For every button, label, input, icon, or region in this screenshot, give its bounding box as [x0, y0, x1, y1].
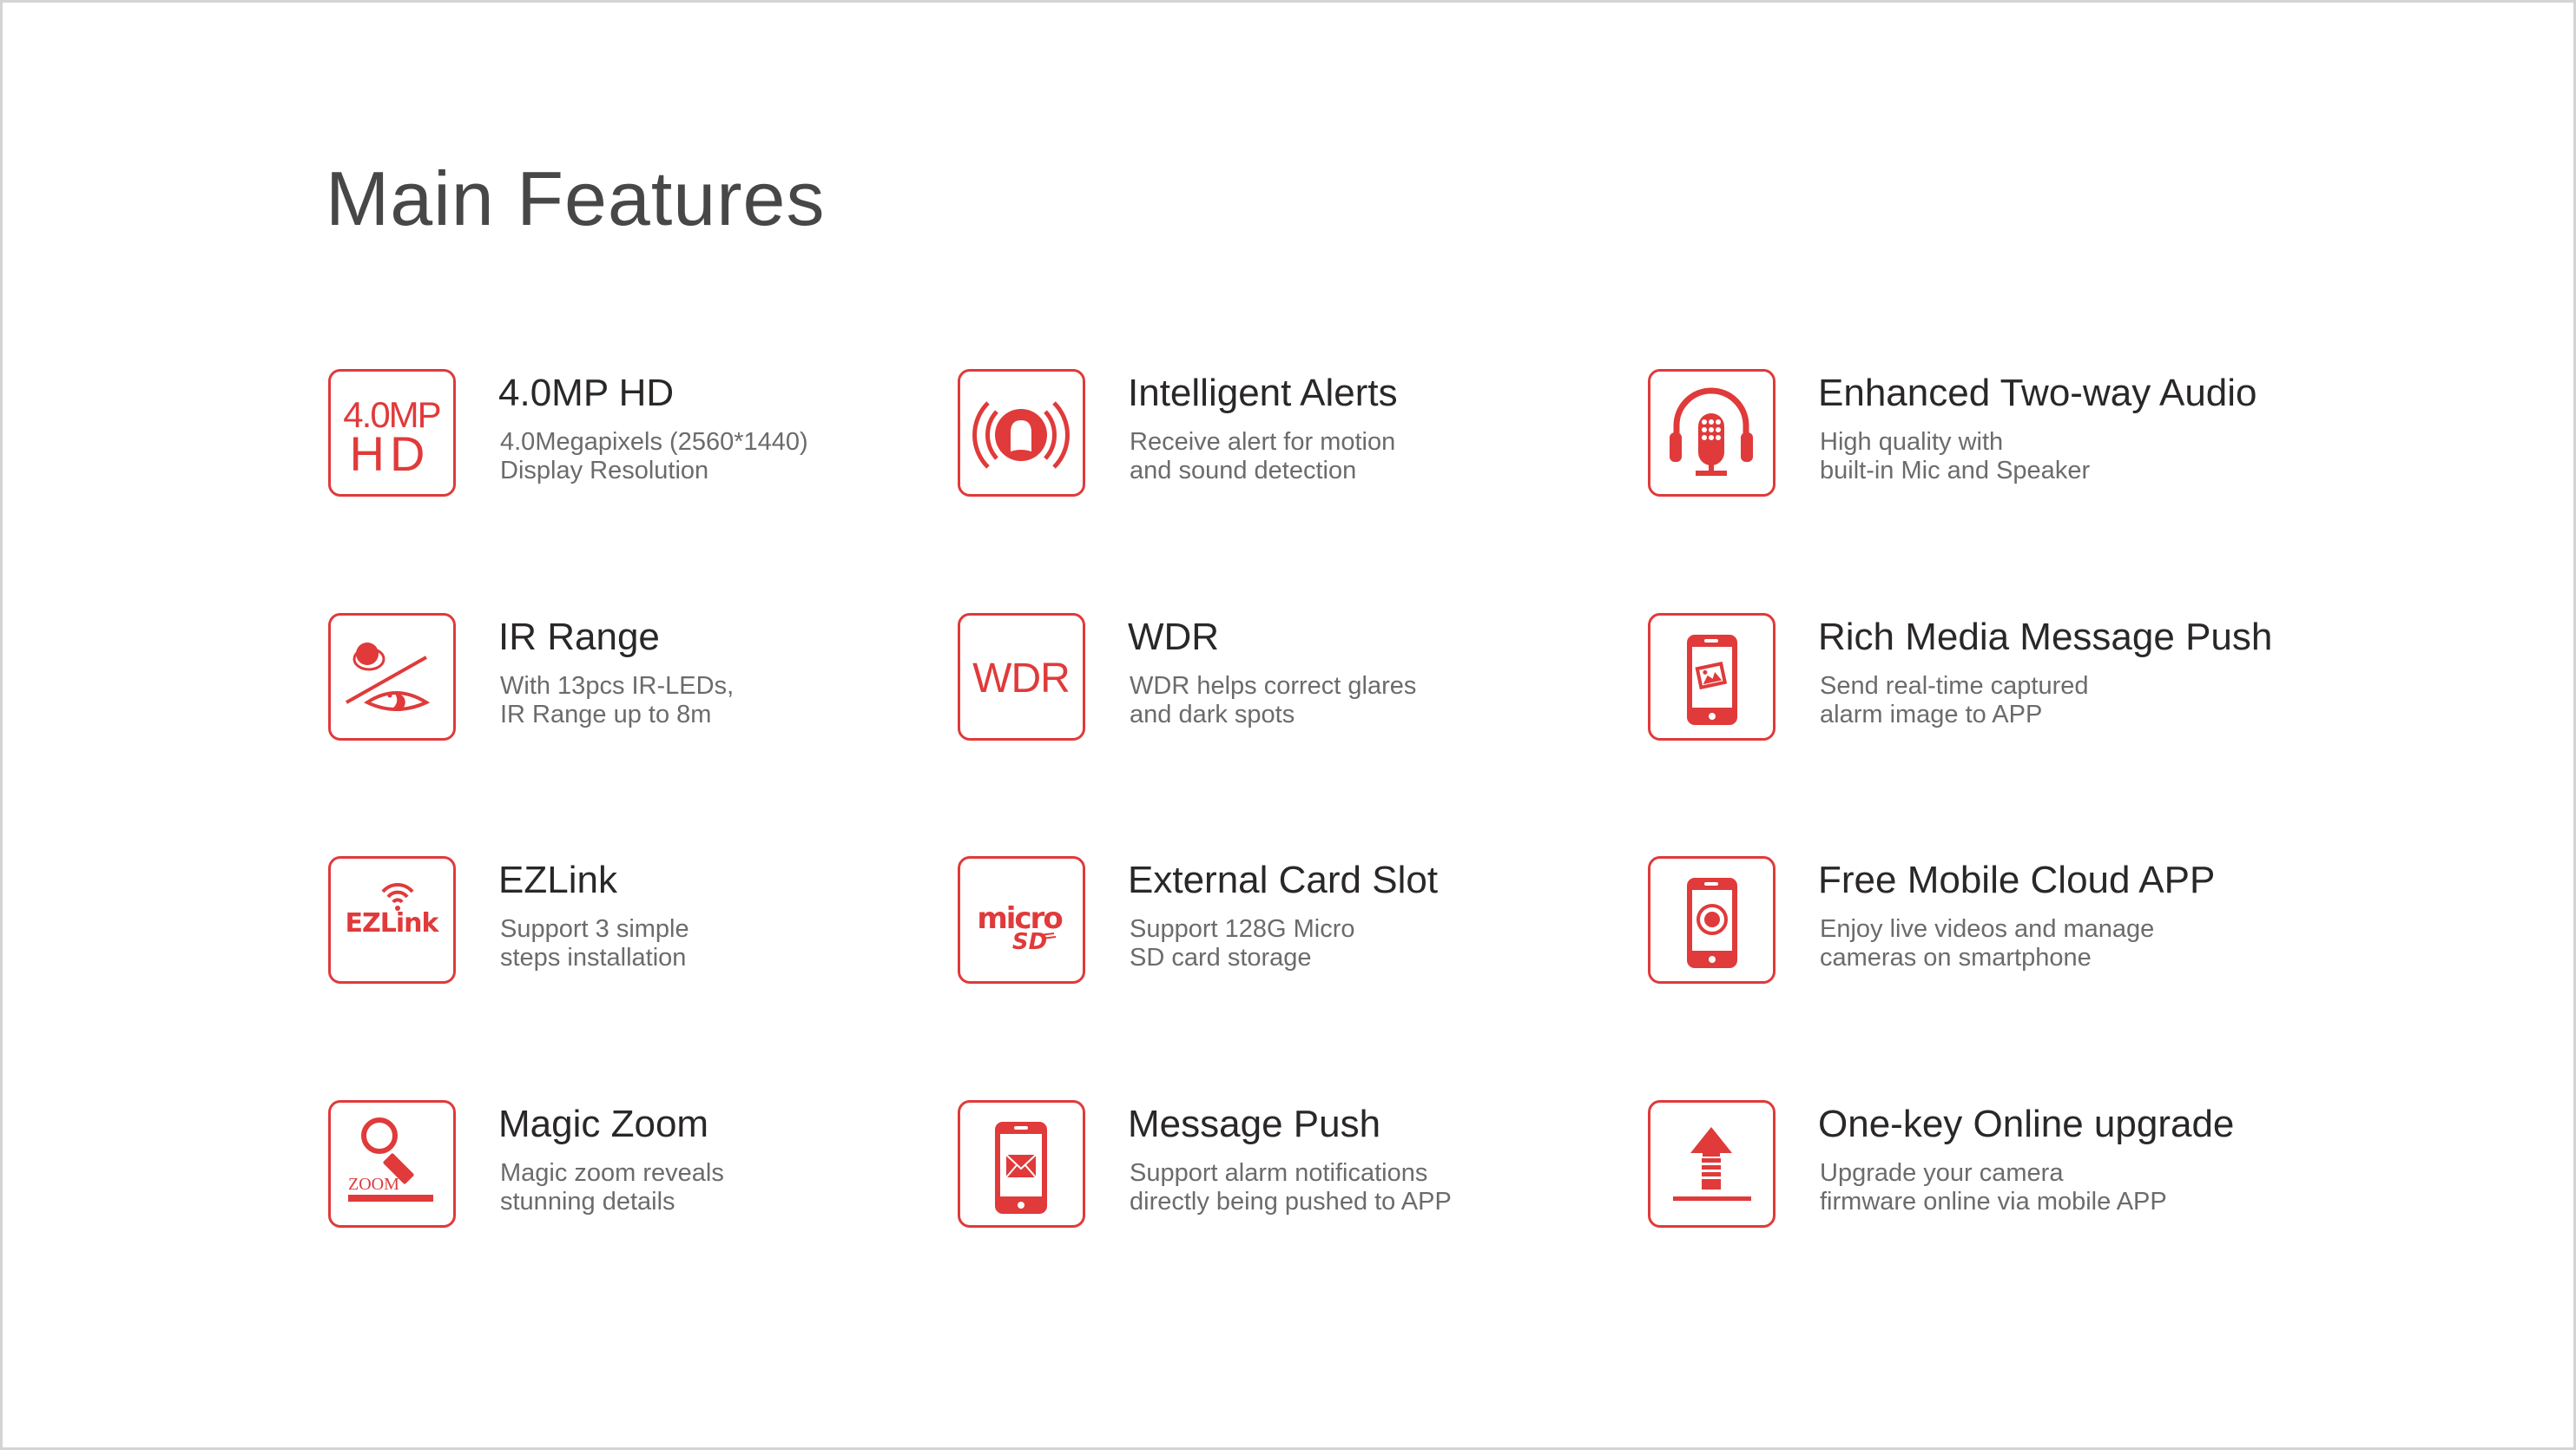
night-vision-eye-icon — [328, 613, 456, 741]
feature-rich-media-push: Rich Media Message Push Send real-time c… — [1648, 613, 2342, 752]
feature-description-line: 4.0Megapixels (2560*1440) — [500, 428, 808, 456]
feature-online-upgrade: One-key Online upgrade Upgrade your came… — [1648, 1100, 2342, 1239]
feature-mobile-cloud-app: Free Mobile Cloud APP Enjoy live videos … — [1648, 856, 2342, 995]
feature-wdr: WDR WDR WDR helps correct glares and dar… — [958, 613, 1652, 752]
feature-title: Rich Media Message Push — [1818, 616, 2273, 658]
feature-description: With 13pcs IR-LEDs, IR Range up to 8m — [500, 672, 734, 729]
feature-title: Message Push — [1128, 1103, 1381, 1145]
feature-magic-zoom: ZOOM Magic Zoom Magic zoom reveals stunn… — [328, 1100, 1023, 1239]
feature-title: Enhanced Two-way Audio — [1818, 372, 2257, 414]
4mp-hd-icon: 4.0MP HD — [328, 369, 456, 497]
feature-description-line: Receive alert for motion — [1130, 428, 1396, 456]
alarm-alert-icon — [958, 369, 1085, 497]
feature-description-line: Support 3 simple — [500, 915, 689, 943]
feature-description-line: Display Resolution — [500, 457, 709, 484]
feature-description: 4.0Megapixels (2560*1440) Display Resolu… — [500, 428, 808, 485]
feature-description-line: alarm image to APP — [1820, 701, 2043, 728]
phone-camera-icon — [1648, 856, 1776, 984]
icon-text-hd: HD — [350, 426, 431, 481]
headset-mic-icon — [1648, 369, 1776, 497]
page-background: Main Features 4.0MP HD 4.0MP HD 4.0Megap… — [0, 0, 2576, 1450]
micro-sd-icon: micro SD — [958, 856, 1085, 984]
feature-title: External Card Slot — [1128, 859, 1439, 901]
feature-title: EZLink — [498, 859, 617, 901]
feature-ezlink: EZLink EZLink Support 3 simple steps ins… — [328, 856, 1023, 995]
feature-description: Magic zoom reveals stunning details — [500, 1159, 724, 1216]
feature-title: 4.0MP HD — [498, 372, 675, 414]
feature-description-line: With 13pcs IR-LEDs, — [500, 672, 735, 700]
feature-description: Support 3 simple steps installation — [500, 915, 689, 972]
feature-description-line: SD card storage — [1130, 944, 1312, 972]
icon-text-ezlink: EZLink — [346, 908, 440, 939]
feature-description-line: cameras on smartphone — [1820, 944, 2092, 972]
feature-message-push: Message Push Support alarm notifications… — [958, 1100, 1652, 1239]
feature-external-card-slot: micro SD External Card Slot Support 128G… — [958, 856, 1652, 995]
feature-two-way-audio: Enhanced Two-way Audio High quality with… — [1648, 369, 2342, 508]
feature-description-line: firmware online via mobile APP — [1820, 1188, 2167, 1216]
feature-title: IR Range — [498, 616, 660, 658]
feature-description-line: Magic zoom reveals — [500, 1159, 724, 1187]
feature-description: Support 128G Micro SD card storage — [1130, 915, 1355, 972]
upload-arrow-icon — [1648, 1100, 1776, 1228]
wdr-icon: WDR — [958, 613, 1085, 741]
feature-description: High quality with built-in Mic and Speak… — [1820, 428, 2090, 485]
feature-title: Intelligent Alerts — [1128, 372, 1398, 414]
phone-envelope-icon — [958, 1100, 1085, 1228]
feature-description-line: and sound detection — [1130, 457, 1357, 484]
feature-description-line: and dark spots — [1130, 701, 1295, 728]
page-title: Main Features — [326, 155, 826, 241]
icon-text-zoom: ZOOM — [348, 1175, 399, 1194]
feature-description-line: directly being pushed to APP — [1130, 1188, 1452, 1216]
feature-description-line: IR Range up to 8m — [500, 701, 712, 728]
feature-description-line: steps installation — [500, 944, 687, 972]
feature-description: Send real-time captured alarm image to A… — [1820, 672, 2089, 729]
feature-ir-range: IR Range With 13pcs IR-LEDs, IR Range up… — [328, 613, 1023, 752]
feature-description: Receive alert for motion and sound detec… — [1130, 428, 1395, 485]
ezlink-wifi-icon: EZLink — [328, 856, 456, 984]
feature-description: WDR helps correct glares and dark spots — [1130, 672, 1416, 729]
feature-description-line: stunning details — [500, 1188, 675, 1216]
feature-description-line: Support alarm notifications — [1130, 1159, 1428, 1187]
feature-description-line: Upgrade your camera — [1820, 1159, 2064, 1187]
feature-description-line: Send real-time captured — [1820, 672, 2089, 700]
feature-description: Support alarm notifications directly bei… — [1130, 1159, 1452, 1216]
feature-4mp-hd: 4.0MP HD 4.0MP HD 4.0Megapixels (2560*14… — [328, 369, 1023, 508]
feature-description: Enjoy live videos and manage cameras on … — [1820, 915, 2154, 972]
feature-title: One-key Online upgrade — [1818, 1103, 2235, 1145]
feature-description-line: Support 128G Micro — [1130, 915, 1355, 943]
icon-text-wdr: WDR — [972, 656, 1070, 702]
icon-text-sd: SD — [1012, 929, 1047, 955]
feature-intelligent-alerts: Intelligent Alerts Receive alert for mot… — [958, 369, 1652, 508]
feature-title: WDR — [1128, 616, 1220, 658]
magnifier-zoom-icon: ZOOM — [328, 1100, 456, 1228]
feature-title: Free Mobile Cloud APP — [1818, 859, 2216, 901]
feature-description-line: Enjoy live videos and manage — [1820, 915, 2155, 943]
feature-title: Magic Zoom — [498, 1103, 709, 1145]
phone-image-icon — [1648, 613, 1776, 741]
feature-description: Upgrade your camera firmware online via … — [1820, 1159, 2167, 1216]
feature-description-line: WDR helps correct glares — [1130, 672, 1417, 700]
feature-description-line: built-in Mic and Speaker — [1820, 457, 2091, 484]
feature-description-line: High quality with — [1820, 428, 2004, 456]
